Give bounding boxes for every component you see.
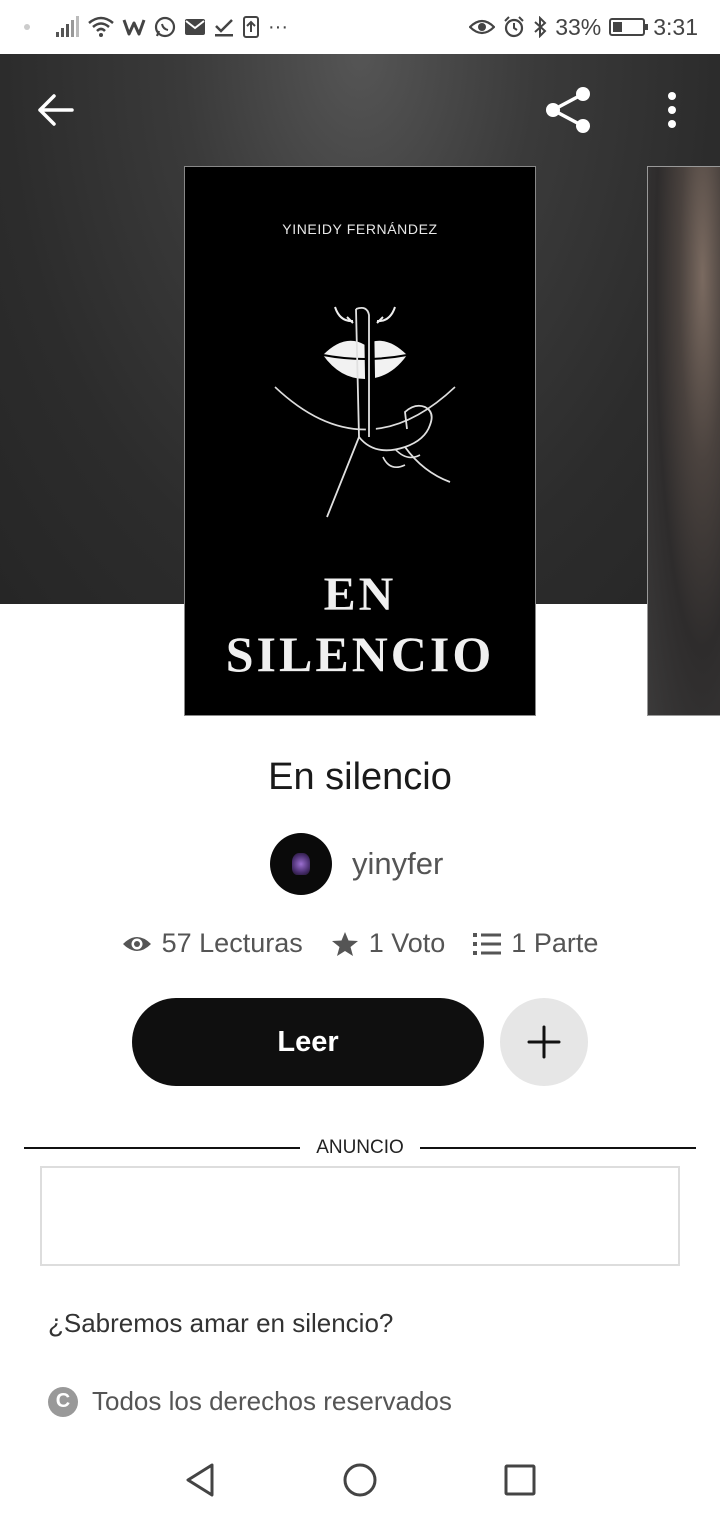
copyright-label: Todos los derechos reservados [92, 1386, 452, 1416]
nav-back-button[interactable] [178, 1458, 222, 1502]
reads-count: 57 Lecturas [161, 928, 303, 958]
ad-divider-left [24, 1147, 300, 1149]
cover-title-line2: SILENCIO [225, 626, 495, 682]
cover-illustration [274, 302, 456, 518]
triangle-back-icon [186, 1463, 214, 1497]
mail-icon [185, 19, 205, 35]
share-button[interactable] [538, 82, 598, 138]
whatsapp-icon [154, 16, 176, 38]
circle-home-icon [343, 1463, 377, 1497]
wattpad-icon [122, 19, 146, 36]
votes-count: 1 Voto [368, 928, 446, 958]
upload-icon [243, 16, 259, 38]
stat-votes: 1 Voto [331, 928, 446, 959]
more-vertical-icon [668, 92, 676, 128]
ad-placeholder[interactable] [40, 1166, 680, 1266]
story-stats: 57 Lecturas 1 Voto 1 Parte [0, 928, 720, 959]
share-icon [546, 87, 590, 133]
status-bar: ··· 33% 3:31 [0, 0, 720, 54]
nav-recents-button[interactable] [498, 1458, 542, 1502]
stat-reads: 57 Lecturas [122, 928, 303, 959]
signal-icon [56, 16, 79, 37]
story-title: En silencio [268, 756, 452, 798]
nav-home-button[interactable] [338, 1458, 382, 1502]
stat-parts: 1 Parte [473, 928, 598, 959]
ad-divider-right [420, 1147, 696, 1149]
star-icon [331, 931, 358, 956]
author-name: yinyfer [352, 846, 444, 881]
add-to-library-button[interactable] [500, 998, 588, 1086]
cover-author: YINEIDY FERNÁNDEZ [282, 221, 438, 237]
next-book-cover[interactable] [647, 166, 720, 716]
author-avatar [270, 833, 332, 895]
eye-icon [122, 936, 151, 951]
read-button[interactable]: Leer [132, 998, 484, 1086]
check-icon [215, 19, 233, 37]
battery-level [613, 22, 623, 32]
status-right-icons: 33% 3:31 [469, 14, 698, 41]
system-nav-bar [0, 1440, 720, 1520]
more-dots-icon: ··· [268, 15, 288, 38]
wifi-icon [88, 16, 114, 37]
plus-icon [527, 1025, 561, 1059]
bluetooth-icon [534, 16, 547, 38]
square-recents-icon [504, 1464, 536, 1496]
author-link[interactable]: yinyfer [270, 833, 443, 895]
back-button[interactable] [26, 84, 86, 136]
avatar-image [292, 853, 310, 875]
notification-dot [24, 24, 30, 30]
status-left-icons: ··· [24, 16, 288, 39]
back-arrow-icon [38, 94, 74, 126]
eye-icon [469, 19, 496, 35]
copyright-icon: C [48, 1386, 78, 1417]
copyright-row: C Todos los derechos reservados [48, 1386, 452, 1417]
status-time: 3:31 [653, 13, 698, 40]
list-icon [473, 932, 502, 955]
ad-label: ANUNCIO [316, 1137, 404, 1158]
battery-percent: 33% [555, 13, 602, 40]
alarm-icon [504, 16, 524, 38]
cover-title-line1: EN [323, 568, 397, 621]
parts-count: 1 Parte [511, 928, 599, 958]
story-description: ¿Sabremos amar en silencio? [48, 1308, 394, 1338]
battery-icon [609, 18, 649, 36]
more-options-button[interactable] [650, 82, 694, 138]
book-cover[interactable]: YINEIDY FERNÁNDEZ EN SILENCIO [184, 166, 536, 716]
